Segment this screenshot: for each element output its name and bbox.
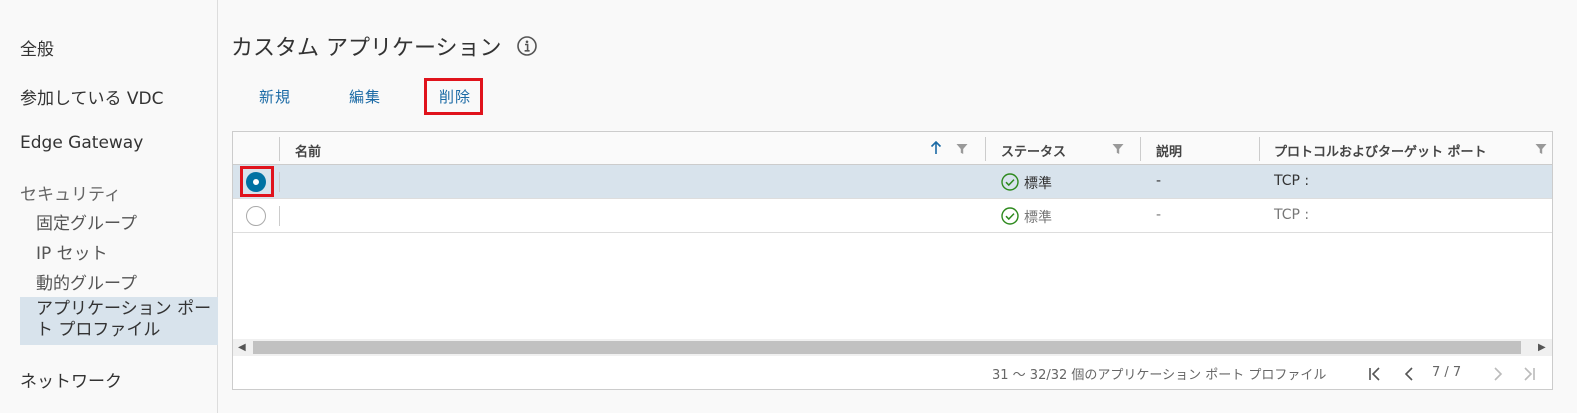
page-indicator: 7 / 7 [1432,365,1462,380]
sidebar-section-security: セキュリティ [20,185,121,205]
first-page-icon[interactable] [1367,366,1383,382]
previous-page-icon[interactable] [1401,366,1417,382]
check-circle-icon [1001,173,1019,191]
sidebar-item-app-port-profiles[interactable]: アプリケーション ポート プロファイル [20,297,218,345]
sidebar-item-network[interactable]: ネットワーク [20,367,122,392]
column-header-status[interactable]: ステータス [1001,141,1066,160]
cell-description: - [1156,173,1162,189]
sidebar-item-ip-sets[interactable]: IP セット [36,239,108,264]
cell-status: 標準 [1024,176,1052,192]
row-separator [279,206,280,226]
sort-ascending-icon[interactable] [930,141,942,155]
scroll-right-arrow-icon[interactable]: ▶ [1538,342,1546,353]
column-header-name[interactable]: 名前 [295,141,321,160]
table-row[interactable]: 標準 - TCP : [233,165,1552,199]
sidebar-item-participating-vdc[interactable]: 参加している VDC [20,84,163,109]
cell-protocol: TCP : [1274,173,1310,189]
check-circle-icon [1001,207,1019,225]
scroll-left-arrow-icon[interactable]: ◀ [238,342,246,353]
column-separator [985,137,986,161]
sidebar-item-static-groups[interactable]: 固定グループ [36,209,137,234]
sidebar: 全般 参加している VDC Edge Gateway セキュリティ 固定グループ… [0,0,218,413]
sidebar-item-dynamic-groups[interactable]: 動的グループ [36,269,137,294]
cell-description: - [1156,207,1162,223]
sidebar-item-general[interactable]: 全般 [20,35,54,60]
filter-icon[interactable] [1535,143,1547,155]
row-separator [279,172,280,192]
data-grid: 名前 ステータス 説明 プロトコルおよびターゲット ポート 標準 - TCP : [232,131,1553,390]
column-separator [1140,137,1141,161]
table-row[interactable]: 標準 - TCP : [233,199,1552,233]
filter-icon[interactable] [956,143,968,155]
next-page-icon[interactable] [1490,366,1506,382]
last-page-icon[interactable] [1521,366,1537,382]
scrollbar-thumb[interactable] [253,341,1521,354]
page-title: カスタム アプリケーション [231,36,502,61]
highlight-box-radio [240,166,274,197]
cell-protocol: TCP : [1274,207,1310,223]
info-icon[interactable] [516,35,538,57]
column-separator [1259,137,1260,161]
horizontal-scrollbar[interactable]: ◀ ▶ [233,339,1552,356]
highlight-box-delete [424,78,483,115]
column-header-description[interactable]: 説明 [1156,141,1182,160]
column-header-protocol-ports[interactable]: プロトコルおよびターゲット ポート [1274,141,1487,160]
sidebar-item-edge-gateway[interactable]: Edge Gateway [20,133,143,153]
sidebar-item-label: アプリケーション ポート プロファイル [36,299,212,340]
cell-status: 標準 [1024,210,1052,226]
filter-icon[interactable] [1112,143,1124,155]
grid-footer-count: 31 ～ 32/32 個のアプリケーション ポート プロファイル [992,368,1327,383]
new-button[interactable]: 新規 [259,86,291,107]
grid-header: 名前 ステータス 説明 プロトコルおよびターゲット ポート [233,132,1552,165]
edit-button[interactable]: 編集 [349,86,381,107]
column-separator [279,137,280,161]
row-select-radio[interactable] [246,206,266,226]
